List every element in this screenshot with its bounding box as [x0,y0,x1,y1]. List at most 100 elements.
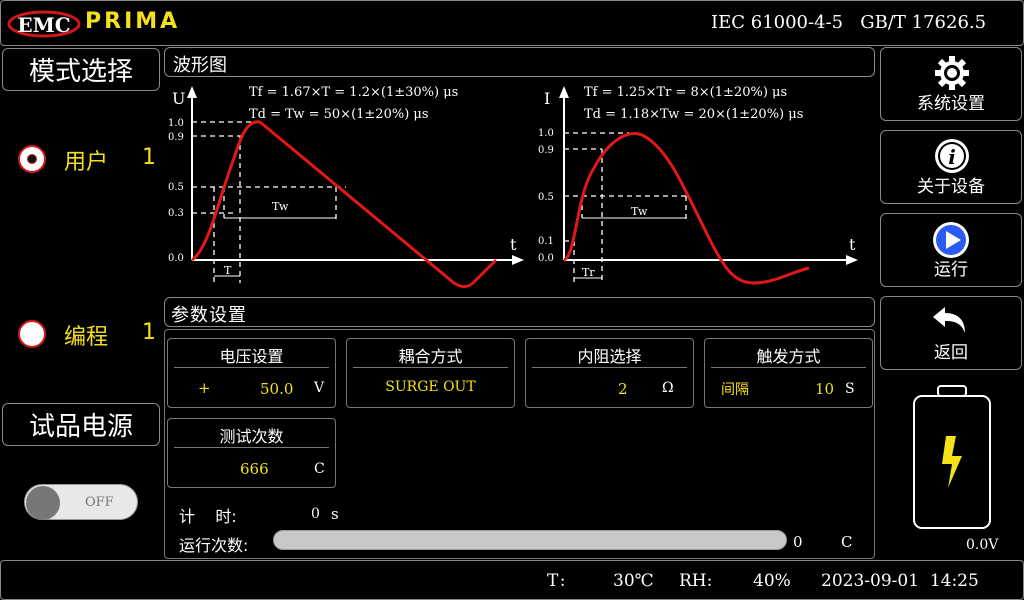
trigger-mode: 间隔 [721,382,749,398]
right-tr-label: Tr [582,266,595,279]
program-radio-icon[interactable] [18,320,46,348]
surge-voltage-chart: U t Tf = 1.67×T = 1.2×(1±30%) μs Td = Tw… [168,85,524,289]
right-y-arrow-icon [559,86,569,98]
play-icon [931,220,971,260]
voltage-title: 电压设置 [219,347,284,366]
user-radio-icon[interactable] [18,145,46,173]
temp-label: T: [547,571,568,591]
test-count-title: 测试次数 [219,427,284,446]
brand-name: PRIMA [85,9,181,34]
right-tick-3: 0.5 [538,192,554,203]
right-formula-1: Tf = 1.25×Tr = 8×(1±20%) μs [584,85,787,100]
status-bar: T: 30℃ RH: 40% 2023-09-01 14:25 [0,560,1024,600]
timer-value: 0 [311,506,320,522]
right-x-arrow-icon [846,255,858,265]
left-x-arrow-icon [512,255,524,265]
right-y-label: I [544,89,550,108]
voltage-sign: + [198,379,211,397]
trigger-title: 触发方式 [756,347,821,366]
run-label: 运行 [934,260,968,280]
right-tick-4: 0.1 [538,236,554,247]
timer-label: 计 时: [179,507,237,526]
trigger-setting[interactable]: 触发方式 间隔 10 S [704,338,873,408]
gear-icon [933,54,971,92]
left-formula-2: Td = Tw = 50×(1±20%) μs [249,107,429,122]
rh-label: RH: [679,571,713,591]
left-guide-lines [192,121,346,283]
about-label: 关于设备 [917,177,985,197]
battery-icon [912,384,992,530]
right-formula-2: Td = 1.18×Tw = 20×(1±20%) μs [584,107,803,122]
coupling-value: SURGE OUT [385,379,476,395]
impedance-value: 2 [618,380,628,398]
svg-text:i: i [948,145,956,169]
left-y-arrow-icon [187,86,197,98]
left-t-label: T [224,264,232,277]
test-count-value: 666 [240,460,269,478]
emc-logo: EMC [7,9,81,39]
program-mode-option[interactable]: 编程 1 [14,316,164,352]
left-formula-1: Tf = 1.67×T = 1.2×(1±30%) μs [249,85,458,100]
datetime: 2023-09-01 14:25 [821,571,979,591]
voltage-setting[interactable]: 电压设置 + 50.0 V [167,338,336,408]
voltage-value: 50.0 [260,380,294,398]
left-tw-label: Tw [272,200,289,213]
test-count-unit: C [314,461,325,477]
user-label: 用户 [64,150,109,175]
waveform-title: 波形图 [173,55,227,76]
waveform-title-bar: 波形图 [164,47,875,77]
power-title: 试品电源 [2,403,160,446]
right-tick-5: 0.0 [538,253,554,264]
info-icon: i [933,137,971,175]
surge-current-chart: I t Tf = 1.25×Tr = 8×(1±20%) μs Td = 1.1… [538,85,858,285]
back-arrow-icon [931,303,971,337]
program-number: 1 [142,320,156,345]
emc-logo-text: EMC [17,13,70,37]
run-count-value: 0 [793,533,803,551]
settings-button[interactable]: 系统设置 [880,47,1022,121]
run-button[interactable]: 运行 [880,213,1022,287]
left-tick-4: 0.3 [168,208,184,219]
impedance-title: 内阻选择 [577,347,642,366]
coupling-title: 耦合方式 [398,347,463,366]
temp-value: 30℃ [613,571,654,591]
user-mode-option[interactable]: 用户 1 [14,140,164,176]
timer-unit: s [331,505,339,523]
about-button[interactable]: i 关于设备 [880,130,1022,204]
power-toggle[interactable]: OFF [24,484,138,520]
voltage-unit: V [314,380,325,396]
run-progress-bar [273,530,787,550]
right-tw-label: Tw [631,205,648,218]
user-number: 1 [142,145,156,170]
settings-label: 系统设置 [917,94,985,114]
trigger-value: 10 [815,380,835,398]
rh-value: 40% [753,571,791,591]
left-tick-3: 0.5 [168,182,184,193]
params-title-bar: 参数设置 [164,297,875,327]
impedance-setting[interactable]: 内阻选择 2 Ω [525,338,694,408]
lightning-icon [942,436,962,488]
mode-select-title: 模式选择 [2,48,160,91]
left-tick-1: 1.0 [168,118,184,129]
back-button[interactable]: 返回 [880,296,1022,370]
left-tick-2: 0.9 [168,132,184,143]
coupling-setting[interactable]: 耦合方式 SURGE OUT [346,338,515,408]
waveform-area: U t Tf = 1.67×T = 1.2×(1±30%) μs Td = Tw… [164,78,875,295]
left-y-label: U [172,89,185,108]
toggle-knob[interactable] [26,486,60,520]
left-x-label: t [510,235,517,254]
params-area: 电压设置 + 50.0 V 耦合方式 SURGE OUT 内阻选择 2 Ω 触发… [164,329,875,559]
standards-text: IEC 61000-4-5 GB/T 17626.5 [711,12,987,33]
program-label: 编程 [64,325,109,350]
run-count-unit: C [841,533,853,551]
run-count-label: 运行次数: [179,536,249,555]
left-tick-5: 0.0 [168,253,184,264]
battery-voltage: 0.0V [966,537,999,553]
test-count-setting[interactable]: 测试次数 666 C [167,418,336,488]
left-surge-curve [191,120,498,289]
right-tick-1: 1.0 [538,128,554,139]
right-x-label: t [849,235,856,254]
trigger-unit: S [845,381,855,397]
toggle-label: OFF [85,495,114,510]
params-title: 参数设置 [171,305,247,326]
